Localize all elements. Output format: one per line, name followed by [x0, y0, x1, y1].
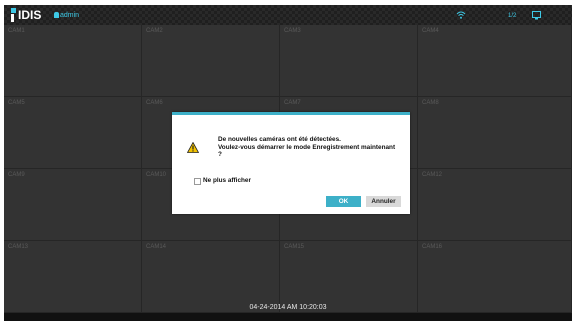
- camera-label: CAM14: [146, 244, 167, 250]
- nvr-screen: IDIS admin 1/2 CAM1 CAM2 CAM3 CAM4 CAM5 CAM6 C…: [4, 5, 572, 321]
- camera-label: CAM9: [8, 172, 25, 178]
- camera-label: CAM1: [8, 28, 25, 34]
- camera-label: CAM15: [284, 244, 305, 250]
- dialog-message: De nouvelles caméras ont été détectées. …: [218, 136, 403, 159]
- camera-label: CAM6: [146, 100, 163, 106]
- camera-tile[interactable]: CAM2: [142, 25, 280, 97]
- page-indicator[interactable]: 1/2: [508, 12, 516, 20]
- logo-mark: [11, 8, 16, 13]
- new-camera-dialog: De nouvelles caméras ont été détectées. …: [172, 112, 410, 214]
- dialog-message-line3: ?: [218, 151, 222, 159]
- status-bar: [4, 313, 572, 321]
- network-icon[interactable]: [456, 10, 466, 20]
- camera-tile[interactable]: CAM5: [4, 97, 142, 169]
- dont-show-again-checkbox[interactable]: [194, 178, 201, 185]
- top-bar: IDIS admin 1/2: [4, 5, 572, 25]
- user-indicator[interactable]: admin: [54, 11, 79, 20]
- camera-label: CAM13: [8, 244, 29, 250]
- ok-button[interactable]: OK: [326, 196, 361, 207]
- datetime-display: 04-24-2014 AM 10:20:03: [249, 304, 327, 311]
- camera-tile[interactable]: CAM1: [4, 25, 142, 97]
- camera-tile[interactable]: CAM4: [418, 25, 572, 97]
- camera-label: CAM2: [146, 28, 163, 34]
- camera-label: CAM3: [284, 28, 301, 34]
- dialog-message-line2: Voulez-vous démarrer le mode Enregistrem…: [218, 143, 396, 151]
- camera-tile[interactable]: CAM8: [418, 97, 572, 169]
- camera-label: CAM10: [146, 172, 167, 178]
- monitor-icon[interactable]: [532, 11, 541, 20]
- camera-label: CAM7: [284, 100, 301, 106]
- camera-label: CAM12: [422, 172, 443, 178]
- camera-label: CAM16: [422, 244, 443, 250]
- dialog-message-line1: De nouvelles caméras ont été détectées.: [218, 136, 341, 143]
- logo-text: IDIS: [18, 8, 42, 22]
- camera-label: CAM5: [8, 100, 25, 106]
- camera-label: CAM8: [422, 100, 439, 106]
- warning-icon: [187, 142, 199, 153]
- camera-tile[interactable]: CAM12: [418, 169, 572, 241]
- logo-mark-bar: [11, 14, 14, 22]
- dont-show-again-label[interactable]: Ne plus afficher: [203, 177, 251, 185]
- camera-tile[interactable]: CAM3: [280, 25, 418, 97]
- user-icon: [54, 12, 59, 18]
- user-name: admin: [60, 12, 80, 19]
- cancel-button[interactable]: Annuler: [366, 196, 401, 207]
- camera-label: CAM4: [422, 28, 439, 34]
- camera-tile[interactable]: CAM9: [4, 169, 142, 241]
